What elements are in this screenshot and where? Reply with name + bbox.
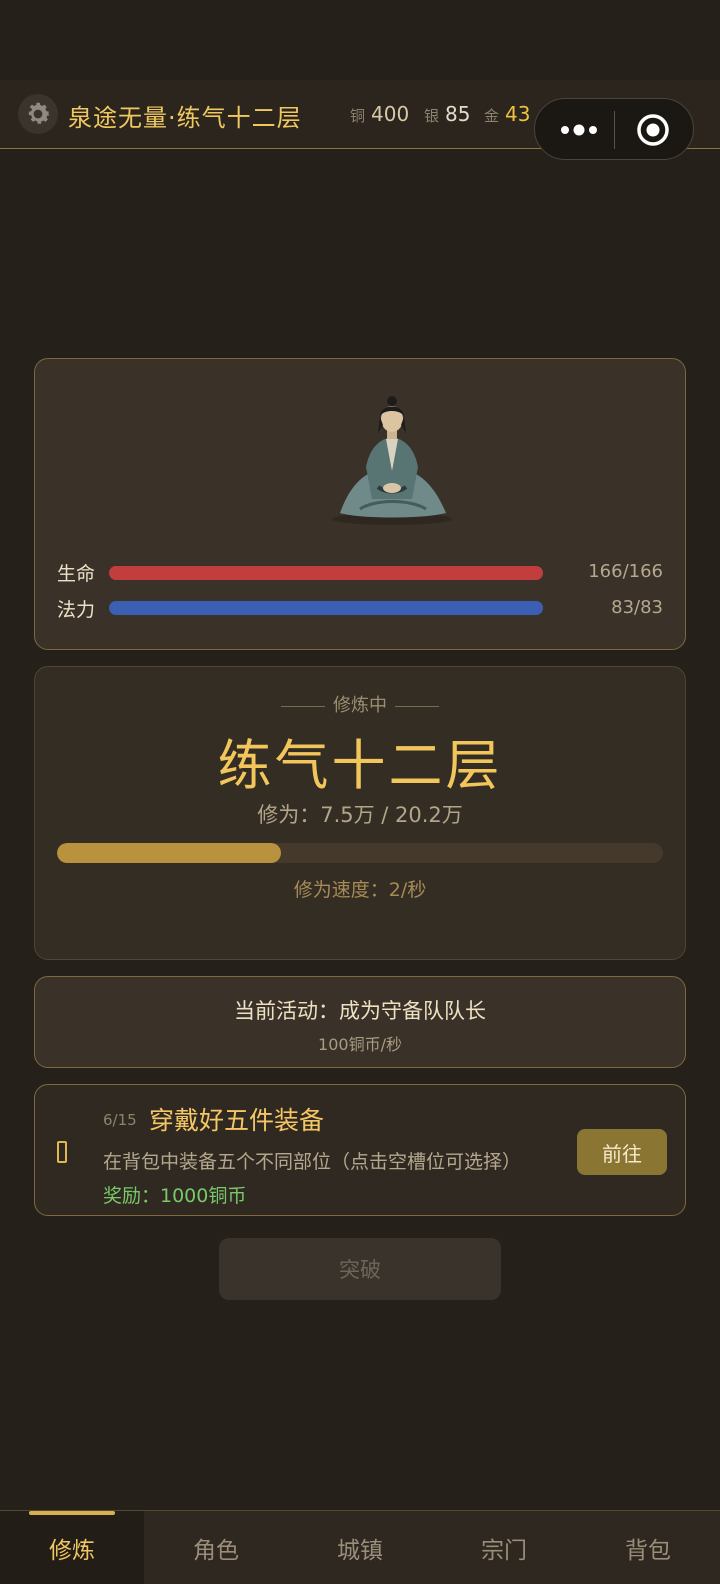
app-root: 泉途无量·练气十二层 铜400 银85 金43 灵0	[0, 0, 720, 1584]
activity-card[interactable]: 当前活动：成为守备队队长 100铜币/秒	[34, 976, 686, 1068]
cultivation-speed: 修为速度：2/秒	[293, 879, 427, 901]
quest-icon	[57, 1141, 67, 1163]
quest-title: 穿戴好五件装备	[149, 1106, 325, 1135]
breakthrough-button[interactable]: 突破	[219, 1238, 501, 1300]
divider-line	[281, 705, 325, 707]
tab-label: 宗门	[481, 1538, 527, 1564]
mp-value: 83/83	[611, 597, 663, 618]
tab-sect[interactable]: 宗门	[432, 1511, 576, 1584]
activity-income: 100铜币/秒	[318, 1035, 402, 1054]
tab-inventory[interactable]: 背包	[576, 1511, 720, 1584]
mp-bar	[109, 601, 543, 615]
quest-go-button[interactable]: 前往	[577, 1129, 667, 1175]
tab-cultivate[interactable]: 修炼	[0, 1511, 144, 1584]
quest-progress: 6/15	[103, 1111, 137, 1129]
tab-character[interactable]: 角色	[144, 1511, 288, 1584]
tab-label: 背包	[625, 1538, 671, 1564]
quest-reward: 奖励：1000铜币	[103, 1185, 247, 1207]
bottom-tab-bar: 修炼 角色 城镇 宗门 背包	[0, 1510, 720, 1584]
meditating-cultivator-image	[332, 396, 452, 525]
currency-label: 金	[484, 107, 500, 125]
currency-label: 银	[424, 107, 440, 125]
realm-title: 练气十二层	[217, 734, 503, 797]
mp-label: 法力	[57, 599, 96, 621]
tab-label: 角色	[193, 1538, 239, 1564]
hp-value: 166/166	[588, 561, 663, 582]
hp-label: 生命	[57, 563, 96, 585]
character-card: 生命 166/166 法力 83/83	[34, 358, 686, 650]
currency-gold: 金 43	[484, 102, 530, 126]
currency-copper: 铜 400	[350, 102, 409, 126]
currency-label: 铜	[350, 107, 366, 125]
currency-value: 85	[445, 102, 471, 126]
cultivation-status: 修炼中	[35, 691, 685, 717]
hp-bar	[109, 566, 543, 580]
quest-card: 6/15 穿戴好五件装备 在背包中装备五个不同部位（点击空槽位可选择） 奖励：1…	[34, 1084, 686, 1216]
activity-title: 当前活动：成为守备队队长	[234, 999, 486, 1023]
quest-description: 在背包中装备五个不同部位（点击空槽位可选择）	[103, 1151, 522, 1173]
cultivation-card: 修炼中 练气十二层 修为：7.5万 / 20.2万 修为速度：2/秒	[34, 666, 686, 960]
page-title: 泉途无量·练气十二层	[68, 104, 302, 132]
tab-label: 修炼	[49, 1538, 95, 1564]
target-icon[interactable]	[636, 113, 670, 147]
currency-value: 43	[505, 102, 531, 126]
capsule-divider	[614, 111, 615, 149]
active-tab-indicator	[29, 1511, 115, 1515]
cultivation-amount: 修为：7.5万 / 20.2万	[257, 803, 463, 827]
currency-silver: 银 85	[424, 102, 470, 126]
tab-town[interactable]: 城镇	[288, 1511, 432, 1584]
cultivation-status-text: 修炼中	[333, 695, 387, 716]
divider-line	[395, 705, 439, 707]
currency-value: 400	[371, 102, 410, 126]
cultivation-progress-bar	[57, 843, 663, 863]
settings-button[interactable]	[18, 94, 58, 134]
cultivation-progress-fill	[57, 843, 282, 863]
miniprogram-capsule	[534, 98, 694, 160]
more-dots-icon[interactable]	[559, 123, 599, 137]
tab-label: 城镇	[337, 1538, 383, 1564]
gear-icon	[28, 102, 50, 124]
